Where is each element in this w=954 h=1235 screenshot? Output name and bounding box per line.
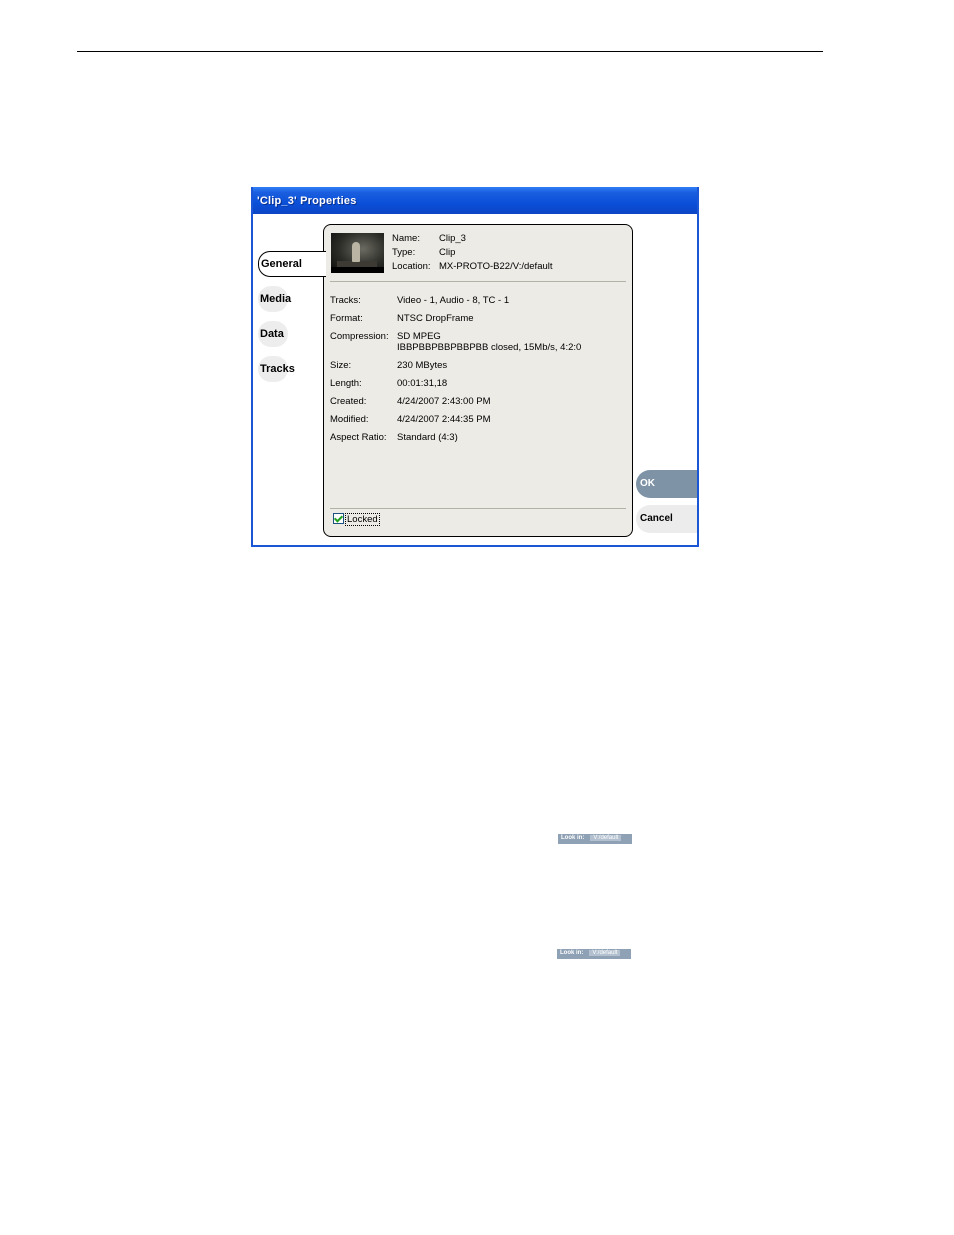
type-label: Type: <box>392 247 416 258</box>
ok-button[interactable]: OK <box>636 470 697 498</box>
length-label: Length: <box>330 378 362 389</box>
clip-thumbnail <box>331 233 384 273</box>
aspect-ratio-value: Standard (4:3) <box>397 432 458 443</box>
length-value: 00:01:31,18 <box>397 378 448 389</box>
size-value: 230 MBytes <box>397 360 448 371</box>
type-value: Clip <box>439 247 456 258</box>
tab-data[interactable]: Data <box>258 321 324 347</box>
locked-label[interactable]: Locked <box>345 513 380 526</box>
look-in-graphic: Look in: V:/default <box>558 834 632 844</box>
type-row: Type: Clip <box>392 247 455 258</box>
footer-divider <box>330 508 626 509</box>
tab-data-label: Data <box>260 328 284 340</box>
created-value: 4/24/2007 2:43:00 PM <box>397 396 491 407</box>
tab-media-label: Media <box>260 293 292 305</box>
location-label: Location: <box>392 261 431 272</box>
compression-detail: IBBPBBPBBPBBPBB closed, 15Mb/s, 4:2:0 <box>397 342 582 353</box>
dialog-title: 'Clip_3' Properties <box>253 187 697 214</box>
created-label: Created: <box>330 396 367 407</box>
general-panel: Name: Clip_3 Type: Clip Location: MX-PROTO-… <box>323 224 633 537</box>
look-in-graphic: Look in: V:/default <box>557 949 631 959</box>
page-header-rule <box>77 51 823 52</box>
look-in-path: V:/default <box>590 835 622 841</box>
location-row: Location: MX-PROTO-B22/V:/default <box>392 261 553 272</box>
aspect-ratio-label: Aspect Ratio: <box>330 432 387 443</box>
tab-general-label: General <box>261 258 302 270</box>
locked-checkbox[interactable] <box>333 513 344 524</box>
format-label: Format: <box>330 313 363 324</box>
size-label: Size: <box>330 360 352 371</box>
format-value: NTSC DropFrame <box>397 313 474 324</box>
tab-tracks[interactable]: Tracks <box>258 356 324 382</box>
properties-dialog: 'Clip_3' Properties General Media Data T… <box>251 187 699 547</box>
name-value: Clip_3 <box>439 233 466 244</box>
tracks-value: Video - 1, Audio - 8, TC - 1 <box>397 295 510 306</box>
location-value: MX-PROTO-B22/V:/default <box>439 261 553 272</box>
modified-value: 4/24/2007 2:44:35 PM <box>397 414 491 425</box>
header-divider <box>330 281 626 282</box>
tracks-label: Tracks: <box>330 295 361 306</box>
compression-label: Compression: <box>330 331 389 342</box>
compression-value: SD MPEG <box>397 331 441 342</box>
thumbnail-caption-bar <box>331 267 384 273</box>
name-label: Name: <box>392 233 420 244</box>
look-in-label: Look in: <box>560 950 584 956</box>
modified-label: Modified: <box>330 414 369 425</box>
locked-checkbox-row[interactable]: Locked <box>333 513 380 526</box>
look-in-path: V:/default <box>589 950 621 956</box>
thumbnail-figure <box>352 242 360 262</box>
name-row: Name: Clip_3 <box>392 233 466 244</box>
tab-tracks-label: Tracks <box>260 363 295 375</box>
cancel-button[interactable]: Cancel <box>636 505 697 533</box>
look-in-label: Look in: <box>561 835 585 841</box>
tab-general[interactable]: General <box>258 251 326 277</box>
tab-media[interactable]: Media <box>258 286 324 312</box>
